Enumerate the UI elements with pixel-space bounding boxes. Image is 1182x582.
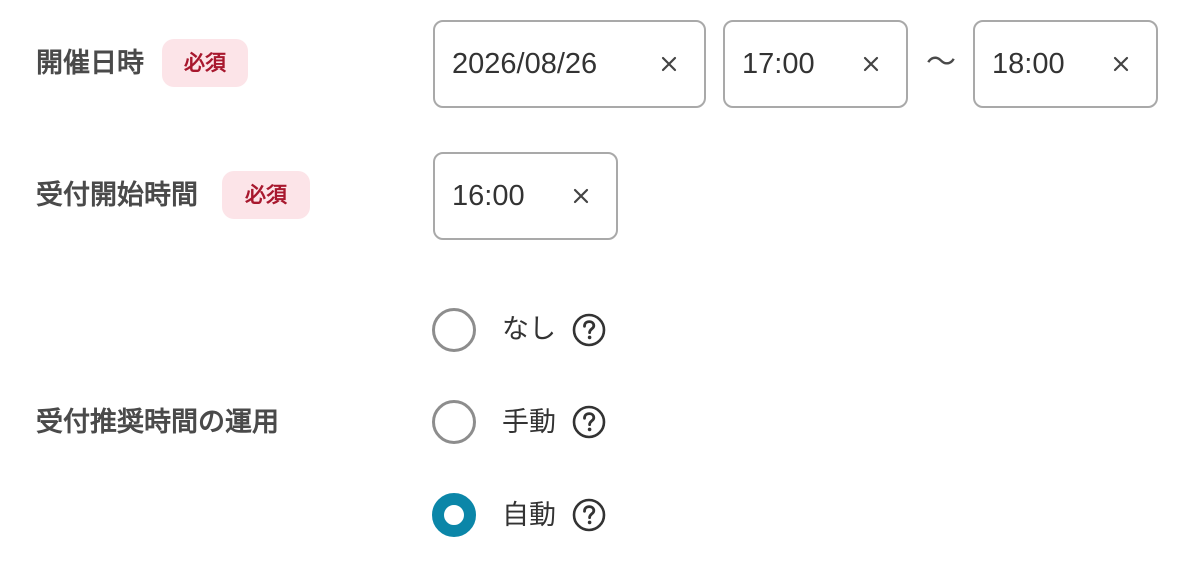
question-circle-icon[interactable]: [572, 498, 606, 532]
end-time-field[interactable]: 18:00: [973, 20, 1158, 108]
recommended-reception-label: 受付推奨時間の運用: [36, 407, 279, 438]
close-icon[interactable]: [660, 55, 678, 73]
radio-auto-label[interactable]: 自動: [502, 502, 556, 529]
required-badge: 必須: [162, 39, 248, 87]
start-time-value: 17:00: [742, 47, 815, 80]
reception-start-label: 受付開始時間: [36, 180, 198, 211]
radio-manual-label[interactable]: 手動: [502, 409, 556, 436]
reception-start-value: 16:00: [452, 179, 525, 212]
event-datetime-label: 開催日時: [36, 48, 144, 79]
end-time-value: 18:00: [992, 47, 1065, 80]
radio-none-label[interactable]: なし: [502, 316, 556, 343]
range-separator: 〜: [926, 45, 956, 80]
start-time-field[interactable]: 17:00: [723, 20, 908, 108]
radio-none[interactable]: [432, 308, 476, 352]
close-icon[interactable]: [1112, 55, 1130, 73]
close-icon[interactable]: [862, 55, 880, 73]
close-icon[interactable]: [572, 187, 590, 205]
required-badge: 必須: [222, 171, 310, 219]
event-date-field[interactable]: 2026/08/26: [433, 20, 706, 108]
question-circle-icon[interactable]: [572, 313, 606, 347]
reception-start-field[interactable]: 16:00: [433, 152, 618, 240]
event-date-value: 2026/08/26: [452, 47, 598, 80]
radio-manual[interactable]: [432, 400, 476, 444]
radio-auto[interactable]: [432, 493, 476, 537]
question-circle-icon[interactable]: [572, 405, 606, 439]
